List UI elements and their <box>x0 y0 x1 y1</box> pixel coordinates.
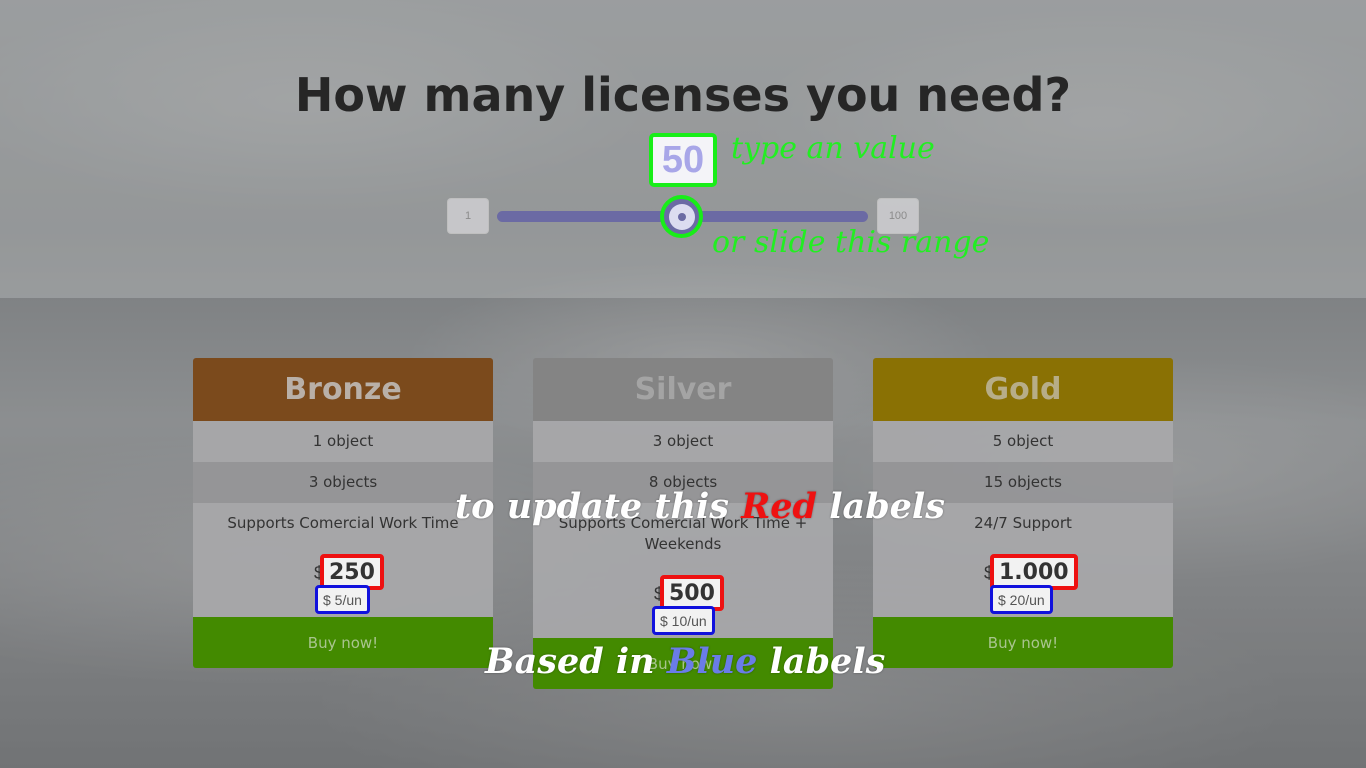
annotation-update-red: to update this Red labels <box>455 486 945 527</box>
plan-title: Gold <box>873 358 1173 421</box>
price-block: $ 500 $ 10/un <box>533 565 833 638</box>
unit-price: $ 20/un <box>990 585 1053 614</box>
plan-feature: 3 objects <box>193 462 493 503</box>
plan-title: Bronze <box>193 358 493 421</box>
page-title: How many licenses you need? <box>294 68 1072 122</box>
unit-price: $ 5/un <box>315 585 370 614</box>
quantity-input[interactable]: 50 <box>649 133 717 187</box>
buy-now-button[interactable]: Buy now! <box>873 617 1173 668</box>
hint-slide-range: or slide this range <box>712 225 990 260</box>
plan-feature: 5 object <box>873 421 1173 462</box>
range-slider-handle[interactable] <box>660 195 703 238</box>
buy-now-button[interactable]: Buy now! <box>193 617 493 668</box>
unit-price: $ 10/un <box>652 606 715 635</box>
plan-title: Silver <box>533 358 833 421</box>
slider-handle-icon <box>668 203 695 230</box>
plan-feature: 1 object <box>193 421 493 462</box>
annotation-based-blue: Based in Blue labels <box>485 641 886 682</box>
range-min-label: 1 <box>447 198 489 234</box>
price-block: $ 250 $ 5/un <box>193 544 493 617</box>
price-block: $ 1.000 $ 20/un <box>873 544 1173 617</box>
hint-type-value: type an value <box>731 131 935 166</box>
plan-feature: Supports Comercial Work Time <box>193 503 493 544</box>
plan-card-bronze: Bronze 1 object 3 objects Supports Comer… <box>193 358 493 668</box>
plan-feature: 3 object <box>533 421 833 462</box>
